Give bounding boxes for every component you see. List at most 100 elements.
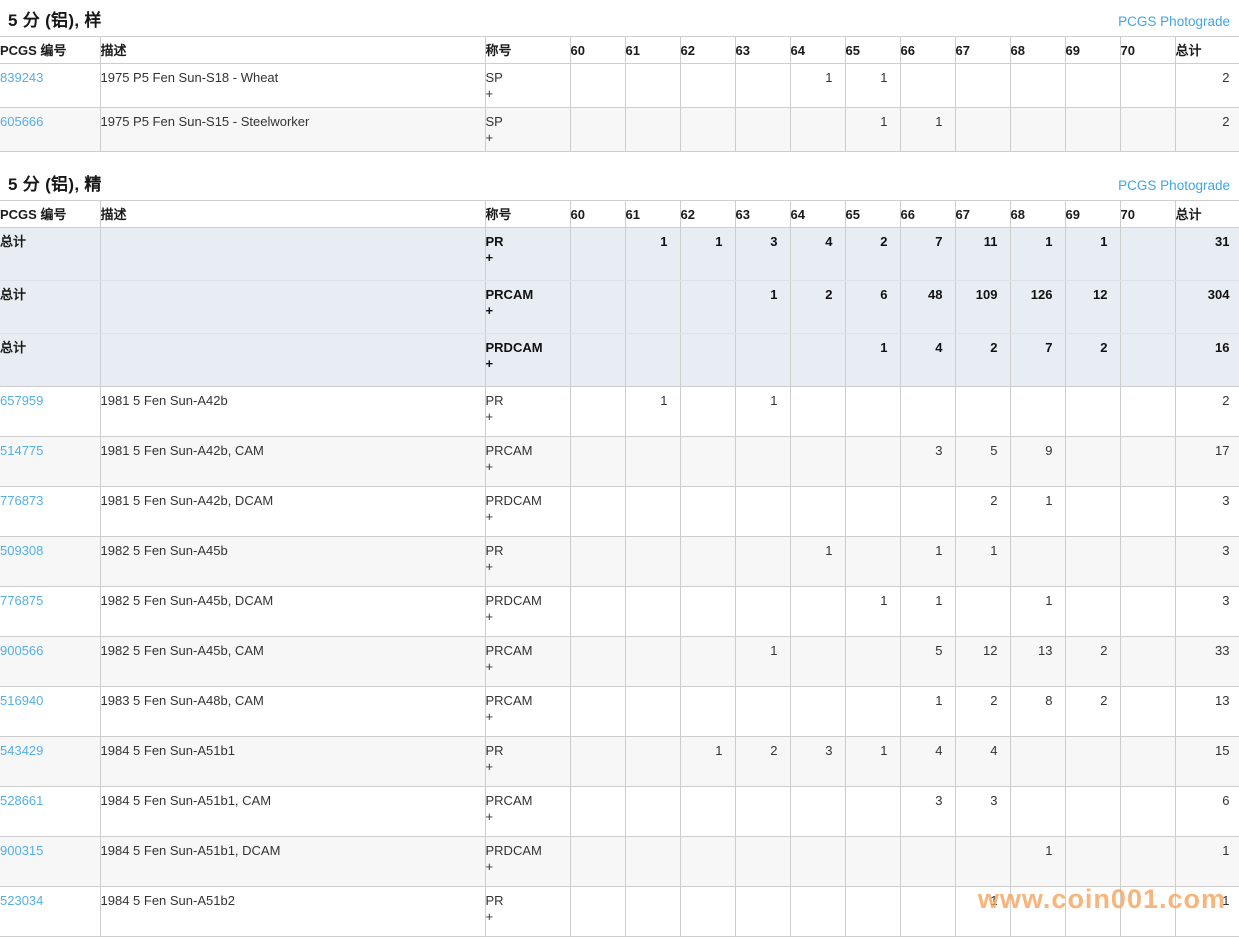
grade-count-cell (680, 487, 735, 537)
pcgs-number-link[interactable]: 900315 (0, 843, 43, 858)
designation-cell: PRDCAM+ (485, 837, 570, 887)
grade-count-cell (570, 637, 625, 687)
grade-count-cell (680, 637, 735, 687)
designation-cell: PRDCAM+ (485, 334, 570, 387)
column-header-pcgs: PCGS 编号 (0, 201, 100, 228)
designation-plus: + (486, 409, 570, 425)
total-row: 总计PRCAM+1264810912612304 (0, 281, 1239, 334)
row-total-cell: 17 (1175, 437, 1239, 487)
grade-count-cell (680, 887, 735, 937)
grade-count-cell (1120, 537, 1175, 587)
grade-count-cell: 1 (900, 587, 955, 637)
grade-count-cell: 4 (900, 737, 955, 787)
grade-count-cell (845, 437, 900, 487)
pcgs-number-cell: 657959 (0, 387, 100, 437)
grade-count-cell (900, 64, 955, 108)
grade-count-cell (1065, 487, 1120, 537)
column-header-grade: 66 (900, 37, 955, 64)
grade-count-cell (900, 387, 955, 437)
column-header-designation: 称号 (485, 37, 570, 64)
grade-count-cell (1010, 537, 1065, 587)
row-total-cell: 31 (1175, 228, 1239, 281)
grade-count-cell (955, 587, 1010, 637)
grade-count-cell (735, 687, 790, 737)
grade-count-cell (680, 537, 735, 587)
grade-count-cell: 2 (1065, 687, 1120, 737)
pcgs-number-link[interactable]: 657959 (0, 393, 43, 408)
designation-plus: + (486, 459, 570, 475)
pcgs-number-link[interactable]: 900566 (0, 643, 43, 658)
table-row: 900315 1984 5 Fen Sun-A51b1, DCAMPRDCAM+ 1… (0, 837, 1239, 887)
grade-count-cell: 3 (790, 737, 845, 787)
description-cell: 1981 5 Fen Sun-A42b (100, 387, 485, 437)
grade-count-cell: 7 (900, 228, 955, 281)
grade-count-cell (735, 537, 790, 587)
description-cell: 1984 5 Fen Sun-A51b1, DCAM (100, 837, 485, 887)
column-header-grade: 63 (735, 201, 790, 228)
description-cell: 1982 5 Fen Sun-A45b (100, 537, 485, 587)
grade-count-cell (1120, 837, 1175, 887)
designation-cell: PRCAM+ (485, 637, 570, 687)
total-row: 总计PR+113427111131 (0, 228, 1239, 281)
grade-count-cell (625, 637, 680, 687)
designation-text: PRCAM (486, 793, 570, 809)
grade-count-cell: 1 (1010, 487, 1065, 537)
pcgs-number-link[interactable]: 523034 (0, 893, 43, 908)
pcgs-number-link[interactable]: 543429 (0, 743, 43, 758)
designation-plus: + (486, 559, 570, 575)
designation-text: PRCAM (486, 287, 570, 303)
grade-count-cell: 2 (1065, 637, 1120, 687)
grade-count-cell: 48 (900, 281, 955, 334)
designation-plus: + (486, 659, 570, 675)
pcgs-number-link[interactable]: 605666 (0, 114, 43, 129)
designation-text: PR (486, 393, 570, 409)
column-header-grade: 70 (1120, 37, 1175, 64)
pop-section: 5 分 (铝), 精PCGS PhotogradePCGS 编号描述称号6061… (0, 164, 1239, 937)
pcgs-number-link[interactable]: 516940 (0, 693, 43, 708)
table-row: 6579591981 5 Fen Sun-A42bPR+112 (0, 387, 1239, 437)
designation-cell: PRCAM+ (485, 281, 570, 334)
pcgs-number-link[interactable]: 776873 (0, 493, 43, 508)
grade-count-cell (680, 334, 735, 387)
grade-count-cell (845, 787, 900, 837)
grade-count-cell (900, 487, 955, 537)
grade-count-cell: 1 (845, 334, 900, 387)
grade-count-cell (625, 587, 680, 637)
designation-text: PRCAM (486, 693, 570, 709)
grade-count-cell (1120, 64, 1175, 108)
grade-count-cell (790, 437, 845, 487)
pcgs-number-cell: 900566 (0, 637, 100, 687)
pcgs-number-link[interactable]: 839243 (0, 70, 43, 85)
pcgs-number-link[interactable]: 528661 (0, 793, 43, 808)
grade-count-cell (1065, 587, 1120, 637)
designation-text: PR (486, 893, 570, 909)
pcgs-number-link[interactable]: 514775 (0, 443, 43, 458)
grade-count-cell (570, 787, 625, 837)
grade-count-cell: 3 (735, 228, 790, 281)
grade-count-cell (1065, 787, 1120, 837)
grade-count-cell: 109 (955, 281, 1010, 334)
column-header-grade: 64 (790, 201, 845, 228)
grade-count-cell: 1 (735, 281, 790, 334)
designation-plus: + (486, 809, 570, 825)
grade-count-cell (570, 64, 625, 108)
pcgs-photograde-link[interactable]: PCGS Photograde (1118, 14, 1230, 29)
grade-count-cell (1120, 228, 1175, 281)
pcgs-number-link[interactable]: 509308 (0, 543, 43, 558)
pcgs-photograde-link[interactable]: PCGS Photograde (1118, 178, 1230, 193)
grade-count-cell (955, 387, 1010, 437)
grade-count-cell (1120, 487, 1175, 537)
grade-count-cell: 12 (1065, 281, 1120, 334)
pcgs-number-link[interactable]: 776875 (0, 593, 43, 608)
grade-count-cell: 1 (900, 537, 955, 587)
grade-count-cell (845, 487, 900, 537)
table-row: 6056661975 P5 Fen Sun-S15 - SteelworkerS… (0, 108, 1239, 152)
grade-count-cell: 2 (955, 687, 1010, 737)
row-total-cell: 1 (1175, 837, 1239, 887)
row-total-cell: 3 (1175, 487, 1239, 537)
row-total-cell: 15 (1175, 737, 1239, 787)
grade-count-cell (955, 64, 1010, 108)
grade-count-cell: 1 (900, 108, 955, 152)
designation-plus: + (486, 709, 570, 725)
grade-count-cell (790, 334, 845, 387)
